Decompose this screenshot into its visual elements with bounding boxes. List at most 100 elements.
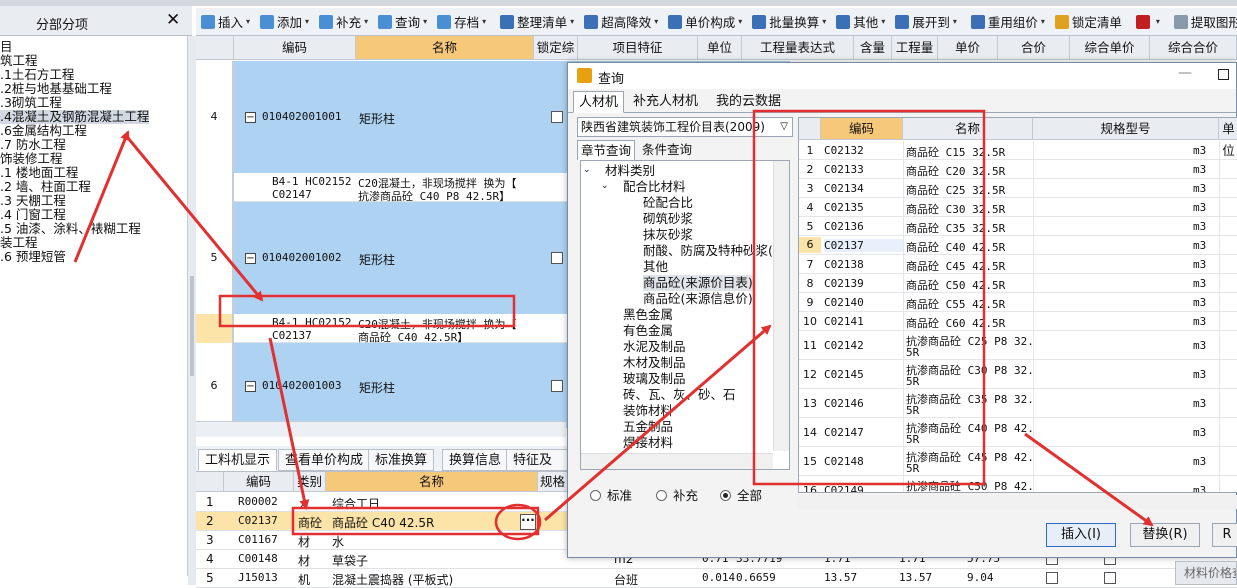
category-node[interactable]: 焊接材料 [623,435,673,451]
tree-node[interactable]: .4混凝土及钢筋混凝土工程 [0,110,150,124]
category-node[interactable]: 玻璃及制品 [623,371,686,387]
column-header[interactable]: 综合合价 [1150,36,1237,60]
material-row[interactable]: 9 C02140 商品砼 C55 42.5R m3 [799,293,1237,312]
source-radio[interactable]: 补充 [656,485,698,504]
replace-button[interactable]: 替换(R) [1130,523,1200,547]
category-node[interactable]: 商品砼(来源价目表) [643,275,753,291]
column-header[interactable]: 单位 [1219,118,1237,158]
material-price-lookup-tab[interactable]: 材料价格查 [1175,561,1237,585]
more-options-button[interactable]: ··· [520,514,536,530]
expand-icon[interactable]: ⌄ [583,165,591,175]
lock-checkbox[interactable] [551,379,563,392]
category-node[interactable]: 砼配合比 [643,195,693,211]
dialog-tab[interactable]: 人材机 [573,91,625,113]
toolbar-sort-button[interactable]: 整理清单 ▾ [495,11,579,33]
category-node[interactable]: 砌筑砂浆 [643,211,693,227]
radio-indicator[interactable] [656,490,667,501]
lock-checkbox[interactable] [551,111,563,123]
material-row[interactable]: 1 C02132 商品砼 C15 32.5R m3 [799,141,1237,160]
category-node[interactable]: 五金制品 [623,419,673,435]
chevron-down-icon[interactable]: ▾ [881,17,885,26]
toolbar-other-button[interactable]: 其他 ▾ [831,11,890,33]
category-node[interactable]: 其他 [643,259,668,275]
column-header[interactable]: 编码 [821,118,903,140]
lock-checkbox[interactable] [551,252,563,264]
row-checkbox[interactable] [1104,572,1116,584]
library-select[interactable]: 陕西省建筑装饰工程价目表(2009) ▽ [577,117,793,137]
toolbar-supplement-button[interactable]: 补充 ▾ [314,11,373,33]
column-header[interactable]: 工程量 [892,36,938,60]
category-tree-vertical-scrollbar[interactable] [773,161,789,451]
tree-node[interactable]: 筑工程 [0,54,38,68]
chevron-down-icon[interactable]: ▾ [246,17,250,26]
tree-node[interactable]: 饰装修工程 [0,152,63,166]
radio-indicator[interactable] [720,490,731,501]
column-header[interactable]: 编码 [224,472,294,492]
material-row[interactable]: 6 C02137 商品砼 C40 42.5R m3 [799,236,1237,255]
chevron-down-icon[interactable]: ▽ [780,118,788,136]
maximize-icon[interactable] [1218,69,1229,80]
material-row[interactable]: 3 C02134 商品砼 C25 32.5R m3 [799,179,1237,198]
collapse-icon[interactable]: − [245,253,256,264]
chevron-down-icon[interactable]: ▾ [423,17,427,26]
grid-horizontal-scrollbar[interactable] [196,421,566,437]
material-row[interactable]: 10 C02141 商品砼 C60 42.5R m3 [799,312,1237,331]
column-header[interactable]: 项目特征 [578,36,698,60]
material-row[interactable]: 11 C02142 抗渗商品砼 C25 P8 32. 5R m3 [799,331,1237,360]
tree-node[interactable]: 目 [0,40,13,54]
toolbar-add-button[interactable]: 添加 ▾ [255,11,314,33]
category-node[interactable]: 黑色金属 [623,307,673,323]
column-header[interactable]: 名称 [356,36,534,60]
dialog-titlebar[interactable]: 查询 — [568,63,1236,89]
source-radio[interactable]: 全部 [720,485,762,504]
column-header[interactable]: 名称 [326,472,538,492]
search-tab[interactable]: 条件查询 [639,140,695,160]
material-row[interactable]: 7 C02138 商品砼 C45 42.5R m3 [799,255,1237,274]
collapse-icon[interactable]: − [245,112,256,123]
tree-node[interactable]: 装工程 [0,236,38,250]
chevron-down-icon[interactable]: ▾ [738,17,742,26]
source-radio[interactable]: 标准 [590,485,632,504]
bottom-tab[interactable]: 换算信息 [442,449,509,471]
column-header[interactable]: 综合单价 [1070,36,1150,60]
tree-node[interactable]: .3砌筑工程 [0,96,62,110]
chevron-down-icon[interactable]: ▾ [654,17,658,26]
tree-node[interactable]: .6金属结构工程 [0,124,87,138]
toolbar-expand-button[interactable]: 展开到 ▾ [890,11,962,33]
toolbar-lock-button[interactable]: 锁定清单 [1050,11,1127,33]
minimize-icon[interactable]: — [1178,65,1192,81]
extra-button[interactable]: R [1212,523,1237,547]
row-checkbox[interactable] [1046,572,1058,584]
chevron-down-icon[interactable]: ▾ [482,17,486,26]
column-header[interactable]: 类别 [294,472,326,492]
category-node[interactable]: 砖、瓦、灰、砂、石 [623,387,736,403]
expand-icon[interactable]: ⌄ [601,181,609,191]
tree-node[interactable]: .6 预埋短管 [0,250,66,264]
panel-splitter[interactable] [188,36,196,585]
chevron-down-icon[interactable]: ▾ [305,17,309,26]
column-header[interactable]: 单价 [938,36,998,60]
category-node[interactable]: 材料类别 [605,163,655,179]
category-node[interactable]: 木材及制品 [623,355,686,371]
bottom-tab[interactable]: 特征及内 [506,449,568,490]
category-node[interactable]: 商品砼(来源信息价) [643,291,753,307]
search-tab[interactable]: 章节查询 [577,140,636,160]
dialog-tab[interactable]: 补充人材机 [628,91,703,113]
category-node[interactable]: 水泥及制品 [623,339,686,355]
collapse-icon[interactable]: − [245,380,256,392]
chevron-down-icon[interactable]: ▾ [364,17,368,26]
tree-node[interactable]: .2 墙、柱面工程 [0,180,91,194]
column-header[interactable]: 含量 [854,36,892,60]
insert-button[interactable]: 插入(I) [1046,523,1116,547]
column-header[interactable]: 规格 [538,472,568,492]
column-header[interactable]: 工程量表达式 [742,36,854,60]
tree-node[interactable]: .1土石方工程 [0,68,74,82]
toolbar-archive-button[interactable]: 存档 ▾ [432,11,491,33]
toolbar-unit-price-button[interactable]: 单价构成 ▾ [663,11,747,33]
tree-node[interactable]: .5 油漆、涂料、裱糊工程 [0,222,141,236]
bottom-tab[interactable]: 标准换算 [368,449,435,471]
material-row[interactable]: 16 C02149 抗渗商品砼 C50 P8 42.5R m3 [799,476,1237,492]
category-node[interactable]: 配合比材料 [623,179,686,195]
toolbar-query-button[interactable]: 查询 ▾ [373,11,432,33]
material-row[interactable]: 15 C02148 抗渗商品砼 C45 P8 42. 5R m3 [799,447,1237,476]
